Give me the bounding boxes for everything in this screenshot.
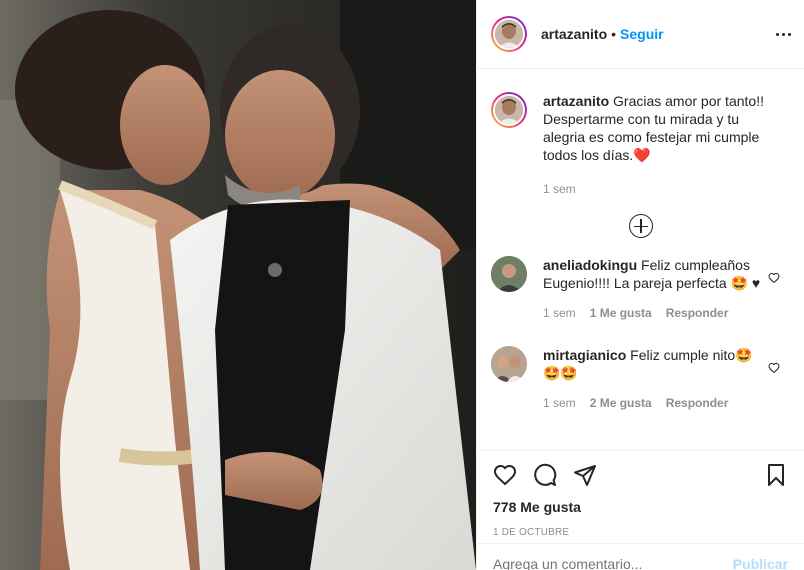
- comment-time[interactable]: 1 sem: [543, 304, 576, 322]
- post-actions: 778 Me gusta 1 DE OCTUBRE: [477, 450, 804, 538]
- comments-list[interactable]: artazanito Gracias amor por tanto!! Desp…: [477, 70, 804, 450]
- likes-count[interactable]: 778 Me gusta: [493, 499, 788, 515]
- follow-button[interactable]: Seguir: [620, 26, 664, 42]
- comment-username[interactable]: mirtagianico: [543, 347, 626, 363]
- post-photo[interactable]: [0, 0, 476, 570]
- publish-button[interactable]: Publicar: [733, 556, 788, 570]
- caption-username[interactable]: artazanito: [543, 93, 609, 109]
- caption-text: artazanito Gracias amor por tanto!! Desp…: [543, 92, 783, 164]
- comment-icon[interactable]: [533, 463, 557, 487]
- profile-picture: [491, 346, 527, 382]
- separator-dot: •: [611, 26, 617, 42]
- comment-like-heart-icon[interactable]: [768, 272, 780, 284]
- profile-picture: [495, 96, 523, 124]
- heart-icon[interactable]: [493, 463, 517, 487]
- load-more-comments[interactable]: [491, 214, 790, 238]
- profile-picture: [495, 20, 523, 48]
- commenter-avatar[interactable]: [491, 256, 527, 292]
- caption-time[interactable]: 1 sem: [543, 180, 576, 198]
- share-icon[interactable]: [573, 463, 597, 487]
- commenter-avatar[interactable]: [491, 346, 527, 382]
- plus-circle-icon[interactable]: [628, 214, 653, 238]
- reply-button[interactable]: Responder: [666, 394, 729, 412]
- comment-username[interactable]: aneliadokingu: [543, 257, 637, 273]
- header-username[interactable]: artazanito: [541, 26, 607, 42]
- instagram-post: artazanito • Seguir artazanito Gracias a…: [0, 0, 804, 570]
- couple-photo-illustration: [0, 0, 476, 570]
- comment-likes[interactable]: 2 Me gusta: [590, 394, 652, 412]
- caption-meta: 1 sem: [543, 180, 783, 198]
- post-header: artazanito • Seguir: [477, 0, 804, 69]
- heart-emoji: ❤️: [633, 147, 651, 163]
- comment-row: mirtagianico Feliz cumple nito🤩 🤩🤩 1 sem…: [491, 346, 790, 412]
- add-comment-bar: Publicar: [477, 543, 804, 570]
- comment-row: aneliadokingu Feliz cumpleaños Eugenio!!…: [491, 256, 790, 322]
- caption: artazanito Gracias amor por tanto!! Desp…: [491, 92, 790, 198]
- comment-time[interactable]: 1 sem: [543, 394, 576, 412]
- post-date[interactable]: 1 DE OCTUBRE: [493, 527, 788, 538]
- comment-likes[interactable]: 1 Me gusta: [590, 304, 652, 322]
- post-sidebar: artazanito • Seguir artazanito Gracias a…: [476, 0, 804, 570]
- comment-meta: 1 sem 1 Me gusta Responder: [543, 304, 765, 322]
- comment-input[interactable]: [493, 555, 733, 570]
- profile-picture: [491, 256, 527, 292]
- bookmark-icon[interactable]: [764, 463, 788, 487]
- action-icons: [493, 461, 788, 489]
- comment-meta: 1 sem 2 Me gusta Responder: [543, 394, 765, 412]
- caption-avatar[interactable]: [491, 92, 527, 128]
- avatar[interactable]: [491, 16, 527, 52]
- reply-button[interactable]: Responder: [666, 304, 729, 322]
- comment-like-heart-icon[interactable]: [768, 362, 780, 374]
- more-dots-icon[interactable]: [776, 26, 792, 42]
